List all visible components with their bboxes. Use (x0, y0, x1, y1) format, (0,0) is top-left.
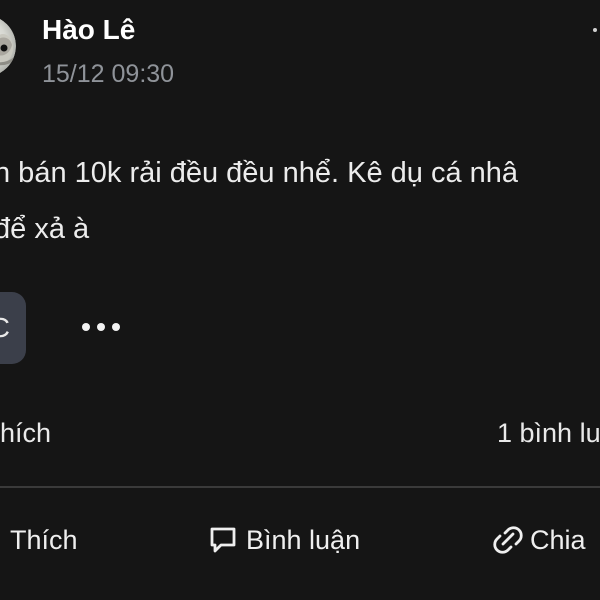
more-options-button[interactable] (80, 319, 122, 335)
share-button[interactable]: Chia (490, 520, 586, 560)
comment-icon (210, 527, 236, 553)
more-vertical-icon (593, 28, 597, 32)
comment-label: Bình luận (246, 524, 361, 555)
post-text: n bán 10k rải đều đều nhể. Kê dụ cá nhâ … (0, 145, 518, 257)
post-more-icon[interactable] (588, 26, 600, 40)
likes-summary[interactable]: hích (0, 418, 51, 449)
share-link-icon (493, 526, 523, 554)
share-label: Chia (530, 524, 586, 555)
comment-button[interactable]: Bình luận (206, 520, 360, 560)
facebook-post-screen: Hào Lê 15/12 09:30 n bán 10k rải đều đều… (0, 0, 600, 600)
like-button[interactable]: Thích (10, 520, 78, 560)
like-label: Thích (10, 524, 78, 555)
post-text-line-2: để xả à (0, 213, 90, 245)
avatar-image (0, 18, 16, 74)
actions-divider (0, 486, 600, 488)
more-horizontal-icon (82, 323, 120, 331)
reaction-chip[interactable]: C (0, 292, 26, 364)
comments-count[interactable]: 1 bình lu (497, 418, 600, 449)
post-timestamp[interactable]: 15/12 09:30 (42, 60, 174, 89)
author-name[interactable]: Hào Lê (42, 14, 135, 46)
post-text-line-1: n bán 10k rải đều đều nhể. Kê dụ cá nhâ (0, 157, 519, 189)
avatar[interactable] (0, 15, 16, 77)
reaction-chip-label: C (0, 312, 10, 344)
